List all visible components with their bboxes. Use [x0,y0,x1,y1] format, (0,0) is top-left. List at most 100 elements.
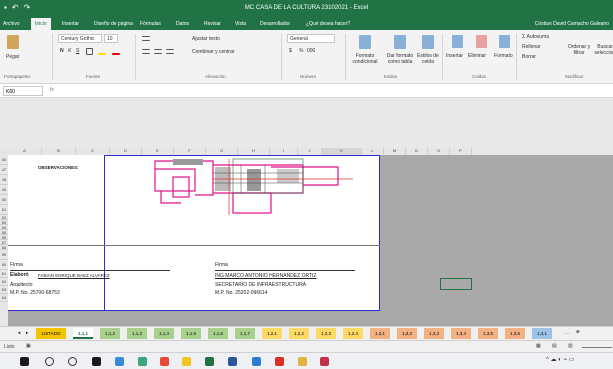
tell-me-box[interactable]: ¿Qué desea hacer? [306,21,350,27]
tab-vista[interactable]: Vista [235,21,246,27]
font-size-select[interactable]: 10 [104,34,118,43]
scroll-left-icon[interactable]: ◂ [18,330,20,336]
sheet-tab[interactable]: 1,2,3 [316,328,336,339]
row-header[interactable]: 59 [0,250,8,260]
column-header[interactable]: A [8,148,42,155]
select-all-corner[interactable] [0,148,8,155]
sheet-tab[interactable]: 1,2,4 [343,328,363,339]
page-break-icon[interactable]: ▥ [568,343,573,349]
start-icon[interactable] [20,357,29,366]
insert-cells-button[interactable]: Insertar [446,53,463,59]
normal-view-icon[interactable]: ▦ [536,343,541,349]
wrap-text-button[interactable]: Ajustar texto [192,36,220,42]
outlook-icon[interactable] [252,357,261,366]
sheet-tab[interactable]: 1,1,6 [208,328,228,339]
row-header[interactable]: 63 [0,286,8,294]
tab-datos[interactable]: Datos [176,21,189,27]
cortana-icon[interactable] [68,357,77,366]
tab-diseno[interactable]: Diseño de página [94,21,133,27]
conditional-format-icon[interactable] [359,35,371,49]
column-header[interactable]: D [110,148,142,155]
fill-color-icon[interactable] [98,53,106,55]
column-header[interactable]: H [238,148,270,155]
merge-center-button[interactable]: Combinar y centrar [192,49,235,55]
column-header[interactable]: M [384,148,406,155]
sheet-tab[interactable]: 1,3,6 [505,328,525,339]
row-header[interactable]: 50 [0,195,8,205]
row-header[interactable]: 61 [0,270,8,278]
column-header[interactable]: N [406,148,428,155]
column-header[interactable]: I [270,148,298,155]
fx-icon[interactable]: fx [50,87,54,93]
row-header[interactable]: 64 [0,294,8,302]
column-header[interactable]: F [174,148,206,155]
column-header[interactable]: L [362,148,384,155]
row-header[interactable]: 48 [0,175,8,185]
clear-button[interactable]: Borrar [522,54,536,60]
app-icon-2[interactable] [275,357,284,366]
bold-button[interactable]: N [60,48,64,54]
column-header[interactable]: G [206,148,238,155]
tab-revisar[interactable]: Revisar [204,21,221,27]
row-header[interactable]: 49 [0,185,8,195]
fill-button[interactable]: Rellenar [522,44,541,50]
search-icon[interactable] [45,357,54,366]
tab-inicio[interactable]: Inicio [31,18,51,30]
find-select-button[interactable]: Buscar y seleccionar [594,44,613,56]
italic-button[interactable]: K [68,48,71,54]
row-header[interactable]: 47 [0,165,8,175]
outside-print-area[interactable] [8,311,380,326]
tab-formulas[interactable]: Fórmulas [140,21,161,27]
align-left-icon[interactable] [142,49,150,54]
sheet-tab[interactable]: 1,1,2 [100,328,120,339]
borders-icon[interactable] [86,48,93,55]
sheet-tab[interactable]: 1,3,1 [370,328,390,339]
sheet-tab[interactable]: 1,1,4 [154,328,174,339]
edge-icon[interactable] [115,357,124,366]
align-top-icon[interactable] [142,36,150,41]
column-header[interactable]: J [298,148,322,155]
tab-insertar[interactable]: Insertar [62,21,79,27]
sheet-tab[interactable]: 1,1,3 [127,328,147,339]
file-explorer-icon[interactable] [182,357,191,366]
sheet-tab[interactable]: 1,1,1 [73,328,93,339]
autosum-button[interactable]: Σ Autosuma [522,34,549,40]
word-icon[interactable] [228,357,237,366]
sheet-tab[interactable]: 1,3,4 [451,328,471,339]
sheet-tab[interactable]: 1,3,2 [397,328,417,339]
format-cells-icon[interactable] [499,35,510,48]
thousands-button[interactable]: 000 [307,48,315,54]
align-center-icon[interactable] [154,49,162,54]
user-name[interactable]: Cristian David Camacho Galeano [535,21,609,27]
system-tray-icons[interactable]: ^ ☁ ◐ ⌁ ▭ [546,356,574,363]
sheet-tab[interactable]: LISTADO [36,328,66,339]
add-sheet-icon[interactable]: ⊕ [576,329,580,335]
align-right-icon[interactable] [166,49,174,54]
scroll-right-icon[interactable]: ▸ [26,330,28,336]
chrome-icon[interactable] [138,357,147,366]
zoom-slider[interactable] [582,347,612,348]
cell-styles-button[interactable]: Estilos de celda [416,53,440,65]
excel-taskbar-icon[interactable] [205,357,214,366]
delete-cells-icon[interactable] [476,35,487,48]
sheet-tab[interactable]: 1,1,5 [181,328,201,339]
tab-archivo[interactable]: Archivo [3,21,20,27]
insert-cells-icon[interactable] [452,35,463,48]
row-header[interactable]: 46 [0,155,8,165]
column-header[interactable]: C [76,148,110,155]
app-icon[interactable] [160,357,169,366]
page-layout-icon[interactable]: ▤ [552,343,557,349]
sheet-tab[interactable]: 1,2,1 [262,328,282,339]
app-icon-3[interactable] [298,357,307,366]
conditional-format-button[interactable]: Formato condicional [348,53,382,65]
row-header[interactable]: 60 [0,260,8,270]
sheet-tab[interactable]: 1,3,3 [424,328,444,339]
sort-filter-button[interactable]: Ordenar y filtrar [565,44,593,56]
tab-desarrollador[interactable]: Desarrollador [260,21,290,27]
font-color-icon[interactable] [112,53,120,55]
macro-record-icon[interactable]: ▣ [26,343,31,349]
sheet-tab[interactable]: 1,4,1 [532,328,552,339]
column-header[interactable]: K [322,148,362,155]
outside-print-area[interactable] [380,155,613,326]
column-header[interactable]: O [428,148,450,155]
